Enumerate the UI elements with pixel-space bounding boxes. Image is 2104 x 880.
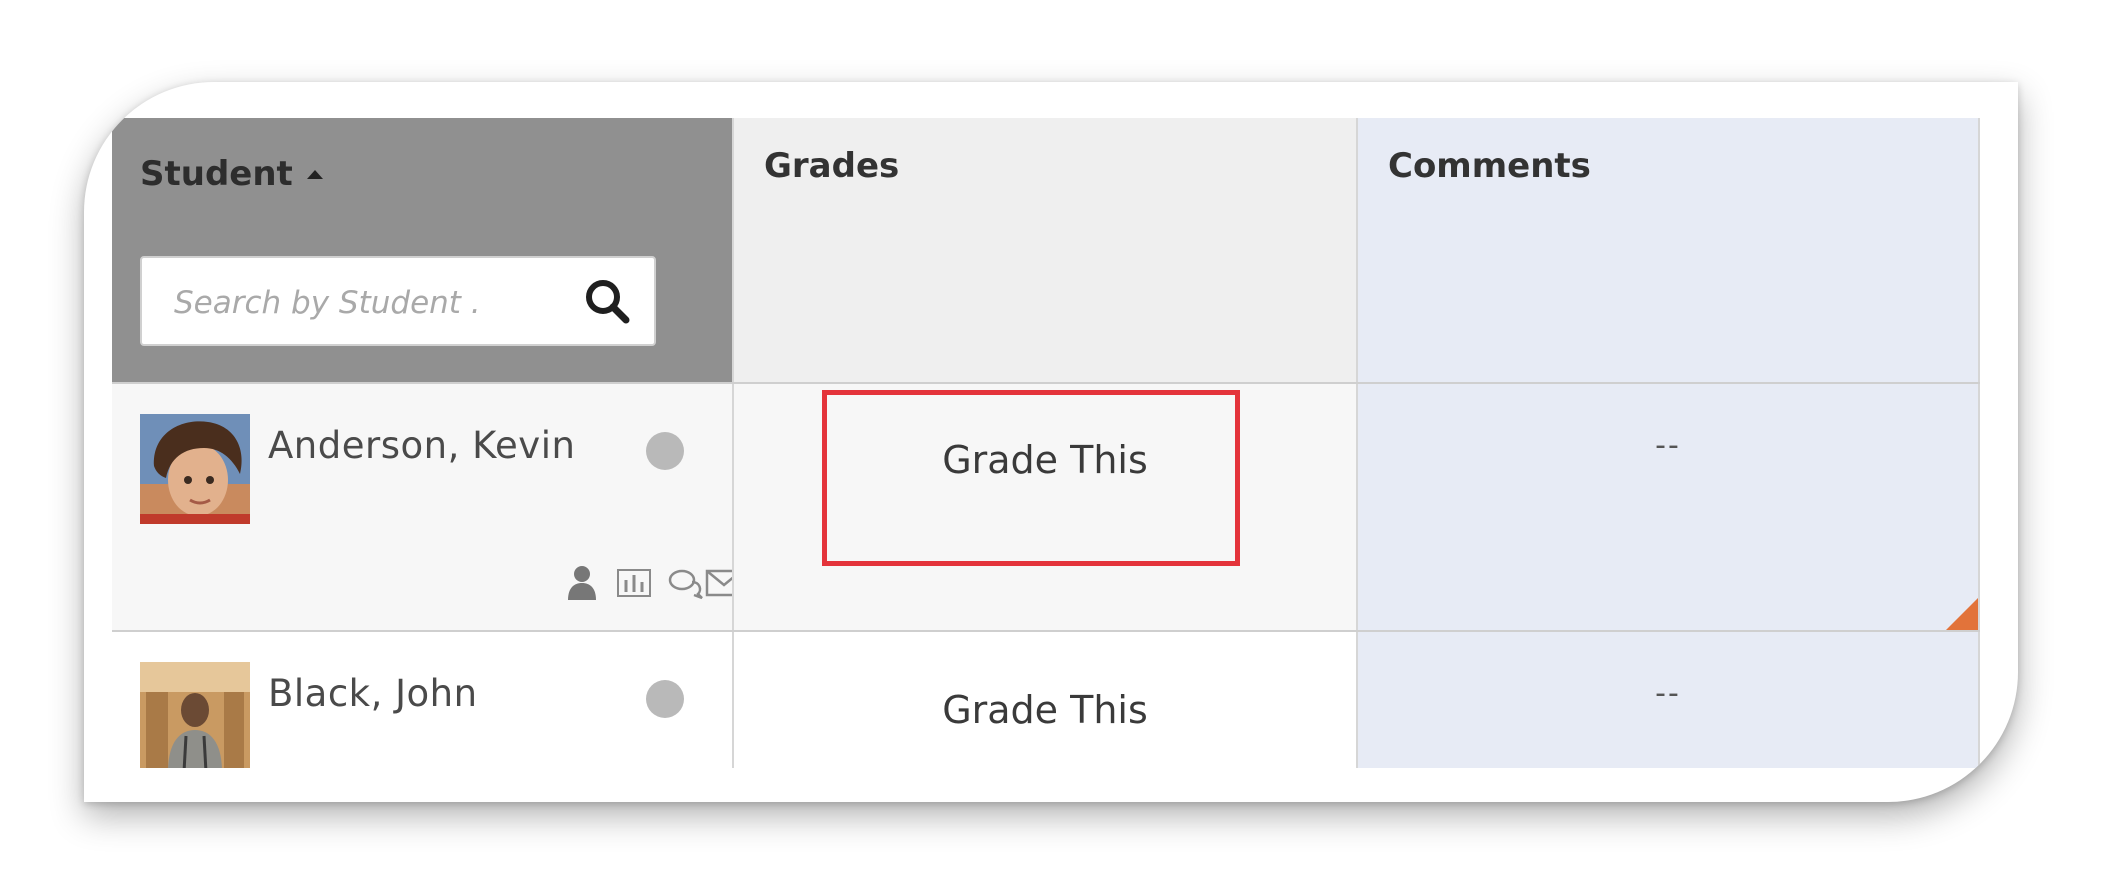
comment-value: -- [1655, 676, 1681, 711]
comments-cell[interactable]: -- [1356, 384, 1980, 630]
table-row: Anderson, Kevin Grade This -- [112, 382, 1980, 630]
avatar[interactable] [140, 414, 250, 524]
search-icon[interactable] [582, 276, 634, 328]
status-indicator [646, 680, 684, 718]
gradebook-table: Student Grades Comments [112, 118, 2018, 768]
grade-this-button[interactable]: Grade This [734, 688, 1356, 732]
student-actions [532, 562, 743, 604]
student-header-label[interactable]: Student [140, 154, 323, 194]
student-cell: Anderson, Kevin [112, 384, 743, 630]
student-name[interactable]: Black, John [268, 672, 478, 715]
table-row: Black, John Grade This -- [112, 630, 1980, 768]
student-search-input[interactable] [172, 278, 556, 328]
comments-cell[interactable]: -- [1356, 632, 1980, 768]
grades-cell: Grade This [732, 632, 1356, 768]
grades-cell: Grade This [732, 384, 1356, 630]
student-search-box [140, 256, 656, 346]
student-header-text[interactable]: Student [140, 154, 293, 194]
sort-ascending-icon[interactable] [306, 170, 323, 179]
gradebook-card: Student Grades Comments [84, 82, 2018, 802]
comments-column-header: Comments [1356, 118, 1980, 382]
student-column-header[interactable]: Student [112, 118, 732, 382]
grade-this-button[interactable]: Grade This [734, 438, 1356, 482]
bar-chart-icon[interactable] [614, 562, 654, 602]
comment-value: -- [1655, 428, 1681, 463]
student-name[interactable]: Anderson, Kevin [268, 424, 575, 467]
comments-header-label: Comments [1388, 146, 1591, 186]
status-indicator [646, 432, 684, 470]
student-photo [140, 662, 250, 768]
student-photo [140, 414, 250, 524]
grades-column-header: Grades [732, 118, 1356, 382]
corner-flag-icon [1946, 598, 1978, 630]
chat-icon[interactable] [666, 562, 706, 602]
avatar[interactable] [140, 662, 250, 768]
student-cell: Black, John [112, 632, 732, 768]
grades-header-label: Grades [764, 146, 900, 186]
user-icon[interactable] [562, 562, 602, 602]
